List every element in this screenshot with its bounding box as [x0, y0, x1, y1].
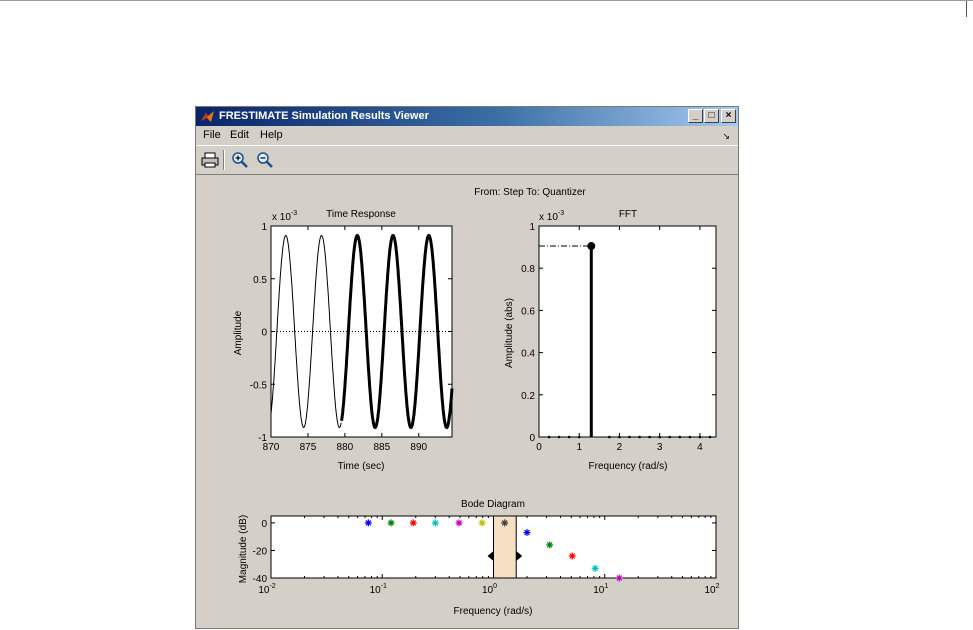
time-ytick-label: 1: [261, 222, 267, 233]
bode-xtick-label: 100: [482, 583, 497, 596]
bode-ylabel: Magnitude (dB): [238, 515, 249, 583]
fft-plot-area: [538, 225, 717, 438]
time-xtick-label: 885: [373, 442, 390, 453]
bode-xtick-exponent: 2: [716, 583, 720, 590]
bode-xtick-label: 101: [593, 583, 608, 596]
bode-axes: Bode Diagram Frequency (rad/s) Magnitude…: [238, 499, 720, 617]
time-ylabel: Amplitude: [233, 310, 244, 355]
fft-zero-marker: [648, 435, 651, 439]
fft-xtick-label: 0: [536, 442, 542, 453]
bode-xlabel: Frequency (rad/s): [454, 606, 533, 617]
fft-zero-marker: [708, 435, 712, 439]
bode-point-marker: [615, 574, 623, 582]
fft-exponent-label: x 10-3: [539, 210, 564, 223]
time-xlabel: Time (sec): [338, 461, 385, 472]
fft-title: FFT: [619, 209, 637, 220]
fft-zero-marker: [567, 435, 571, 439]
top-divider: [0, 0, 973, 1]
bode-xtick-exponent: 0: [493, 583, 497, 590]
fft-xtick-label: 1: [576, 442, 582, 453]
time-ytick-label: 0.5: [253, 275, 267, 286]
fft-axes: FFT x 10-3 Frequency (rad/s) Amplitude (…: [504, 209, 717, 472]
results-viewer-window: FRESTIMATE Simulation Results Viewer _ □…: [195, 106, 739, 629]
time-response-axes: Time Response x 10-3 Time (sec) Amplitud…: [233, 209, 454, 472]
figure-title: From: Step To: Quantizer: [474, 187, 586, 198]
bode-xtick-label: 102: [704, 583, 719, 596]
fft-zero-marker: [628, 435, 631, 439]
fft-zero-marker: [608, 435, 611, 439]
fft-zero-marker: [547, 435, 551, 439]
time-ytick-label: -1: [258, 433, 267, 444]
time-response-title: Time Response: [326, 209, 396, 220]
edge-marker: [966, 1, 967, 17]
fft-zero-marker: [618, 435, 621, 439]
figure-canvas: From: Step To: Quantizer Time Response x…: [233, 187, 720, 617]
time-ytick-label: 0: [261, 328, 267, 339]
fft-ylabel: Amplitude (abs): [504, 298, 515, 368]
fft-ytick-label: 0.8: [521, 264, 535, 275]
fft-stem-marker: [587, 242, 596, 251]
bode-title: Bode Diagram: [461, 499, 525, 510]
bode-xtick-label: 10-1: [370, 583, 387, 596]
fft-zero-marker: [698, 435, 702, 439]
time-xtick-label: 880: [337, 442, 354, 453]
fft-ytick-label: 0.6: [521, 306, 535, 317]
fft-zero-marker: [577, 435, 581, 439]
time-ytick-label: -0.5: [250, 380, 268, 391]
fft-zero-marker: [668, 435, 672, 439]
time-xtick-label: 890: [410, 442, 427, 453]
bode-ytick-label: -40: [253, 574, 268, 585]
fft-zero-marker: [658, 435, 661, 439]
fft-zero-marker: [638, 435, 641, 439]
fft-ytick-label: 0: [529, 433, 535, 444]
bode-ytick-label: -20: [253, 546, 268, 557]
fft-xtick-label: 3: [657, 442, 663, 453]
time-xtick-label: 875: [300, 442, 317, 453]
fft-xlabel: Frequency (rad/s): [589, 461, 668, 472]
fft-exponent-base: x 10: [539, 212, 558, 223]
fft-xtick-label: 4: [697, 442, 703, 453]
bode-ytick-label: 0: [261, 519, 267, 530]
fft-xtick-label: 2: [617, 442, 623, 453]
time-exponent-label: x 10-3: [272, 210, 297, 223]
fft-exponent-power: -3: [558, 210, 564, 217]
fft-ytick-label: 1: [529, 222, 535, 233]
fft-zero-marker: [557, 435, 561, 439]
fft-ytick-label: 0.4: [521, 349, 535, 360]
bode-xtick-exponent: 1: [604, 583, 608, 590]
fft-zero-marker: [688, 435, 692, 439]
fft-zero-marker: [678, 435, 682, 439]
bode-xtick-exponent: -1: [381, 583, 387, 590]
time-exponent-power: -3: [291, 210, 297, 217]
time-exponent-base: x 10: [272, 212, 291, 223]
bode-xtick-exponent: -2: [269, 583, 275, 590]
fft-ytick-label: 0.2: [521, 391, 535, 402]
